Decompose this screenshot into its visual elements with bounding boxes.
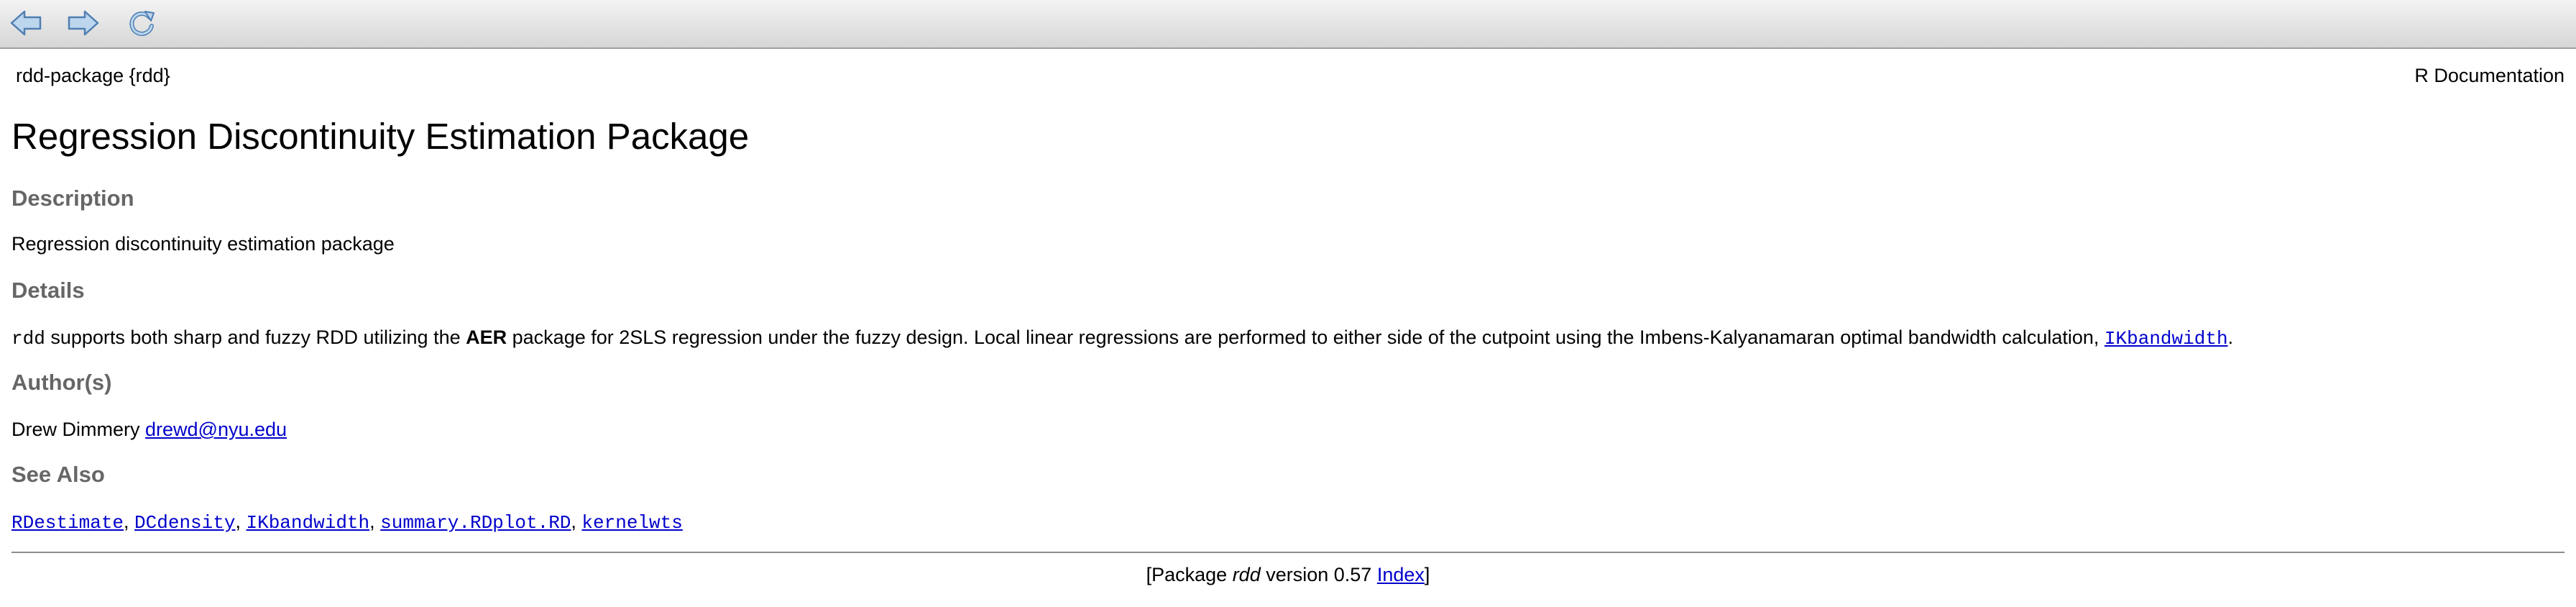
browser-toolbar bbox=[0, 0, 2576, 49]
reload-icon[interactable] bbox=[125, 9, 158, 37]
details-text-part-3: . bbox=[2227, 327, 2234, 348]
see-also-link-rdestimate[interactable]: RDestimate bbox=[12, 512, 124, 534]
authors-heading: Author(s) bbox=[12, 370, 112, 395]
forward-arrow-icon[interactable] bbox=[66, 9, 99, 37]
ikbandwidth-link[interactable]: IKbandwidth bbox=[2104, 328, 2228, 350]
doc-type-label: R Documentation bbox=[2414, 65, 2564, 86]
author-name: Drew Dimmery bbox=[12, 419, 140, 440]
back-arrow-icon[interactable] bbox=[10, 9, 43, 37]
see-also-separator: , bbox=[124, 511, 135, 532]
see-also-heading: See Also bbox=[12, 462, 105, 487]
footer-suffix: ] bbox=[1424, 564, 1430, 585]
details-text-part-2: package for 2SLS regression under the fu… bbox=[507, 327, 2104, 348]
description-heading: Description bbox=[12, 186, 134, 211]
details-text-part-1: supports both sharp and fuzzy RDD utiliz… bbox=[45, 327, 466, 348]
author-email-link[interactable]: drewd@nyu.edu bbox=[145, 419, 287, 440]
see-also-links: RDestimate, DCdensity, IKbandwidth, summ… bbox=[12, 511, 683, 534]
see-also-link-kernelwts[interactable]: kernelwts bbox=[581, 512, 682, 534]
footer-package-name: rdd bbox=[1232, 564, 1261, 585]
package-footer: [Package rdd version 0.57 Index] bbox=[12, 564, 2564, 586]
see-also-separator: , bbox=[235, 511, 247, 532]
description-text: Regression discontinuity estimation pack… bbox=[12, 233, 395, 255]
authors-text: Drew Dimmery drewd@nyu.edu bbox=[12, 419, 287, 441]
see-also-link-summary-rdplot-rd[interactable]: summary.RDplot.RD bbox=[380, 512, 571, 534]
index-link[interactable]: Index bbox=[1377, 564, 1425, 585]
see-also-separator: , bbox=[571, 511, 582, 532]
doc-header: rdd-package {rdd} R Documentation bbox=[16, 65, 2564, 93]
footer-version: version 0.57 bbox=[1260, 564, 1377, 585]
topic-name: rdd-package {rdd} bbox=[16, 65, 170, 86]
details-text: rdd supports both sharp and fuzzy RDD ut… bbox=[12, 327, 2233, 350]
footer-prefix: [Package bbox=[1146, 564, 1233, 585]
see-also-link-dcdensity[interactable]: DCdensity bbox=[134, 512, 235, 534]
rdd-code: rdd bbox=[12, 328, 45, 350]
see-also-separator: , bbox=[369, 511, 381, 532]
page-title: Regression Discontinuity Estimation Pack… bbox=[12, 116, 750, 157]
aer-package-name: AER bbox=[466, 327, 507, 348]
details-heading: Details bbox=[12, 278, 85, 303]
footer-divider bbox=[12, 552, 2564, 553]
see-also-link-ikbandwidth[interactable]: IKbandwidth bbox=[247, 512, 370, 534]
